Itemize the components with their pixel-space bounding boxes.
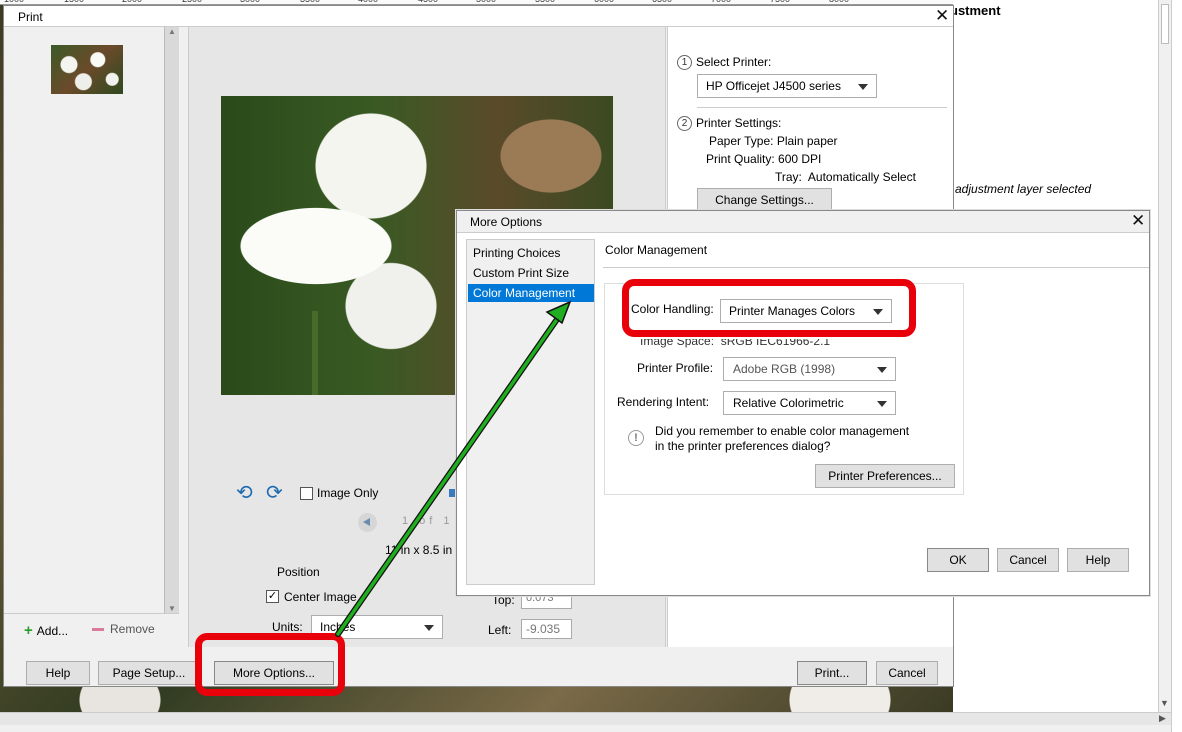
units-value: Inches [320, 620, 356, 634]
previous-page-icon[interactable] [358, 513, 377, 532]
help-button[interactable]: Help [1067, 548, 1129, 572]
paper-type-text: Paper Type: Plain paper [709, 134, 838, 148]
vertical-scrollbar[interactable] [1158, 0, 1171, 712]
nav-item-custom-print-size[interactable]: Custom Print Size [468, 264, 594, 282]
remove-photo-button[interactable]: Remove [92, 622, 155, 636]
reminder-line: Did you remember to enable color managem… [655, 424, 910, 438]
photo-thumbnail[interactable] [51, 45, 123, 94]
center-image-label: Center Image [284, 590, 357, 604]
rendering-intent-select[interactable]: Relative Colorimetric [723, 391, 896, 415]
chevron-down-icon [858, 84, 868, 90]
ruler-tick: 6500 [652, 0, 672, 4]
panel-title: ustment [950, 3, 1001, 18]
ruler-tick: 8000 [829, 0, 849, 4]
printer-value: HP Officejet J4500 series [706, 79, 841, 93]
panel-status-text: adjustment layer selected [955, 182, 1092, 196]
reminder-text: Did you remember to enable color managem… [655, 424, 945, 454]
center-image-checkbox[interactable]: ✓ [266, 590, 279, 603]
close-icon[interactable]: ✕ [1131, 212, 1145, 229]
print-quality-text: Print Quality: 600 DPI [706, 152, 822, 166]
add-label: Add... [36, 624, 69, 638]
step-number: 2 [677, 116, 692, 132]
chevron-down-icon [877, 401, 887, 407]
highlight-box [622, 279, 916, 337]
rotate-left-icon[interactable]: ⟲ [236, 480, 253, 505]
position-heading: Position [277, 565, 320, 579]
preview-photo-detail [312, 311, 318, 395]
divider [603, 267, 1149, 268]
select-printer-heading: 1 Select Printer: [677, 55, 772, 71]
change-settings-button[interactable]: Change Settings... [697, 188, 832, 212]
printer-settings-heading: 2 Printer Settings: [677, 116, 782, 132]
step-number: 1 [677, 55, 692, 71]
close-icon[interactable]: ✕ [935, 7, 949, 24]
units-label: Units: [272, 620, 303, 634]
page-counter: 1 of 1 [402, 515, 454, 527]
ruler-tick: 3000 [240, 0, 260, 4]
ruler-tick: 2500 [182, 0, 202, 4]
page-setup-button[interactable]: Page Setup... [98, 661, 200, 685]
horizontal-scrollbar[interactable] [0, 712, 1171, 725]
help-button[interactable]: Help [26, 661, 90, 685]
dialog-title: Print [18, 10, 43, 24]
printer-preferences-button[interactable]: Printer Preferences... [815, 464, 955, 488]
chevron-down-icon [424, 625, 434, 631]
rotate-right-icon[interactable]: ⟳ [266, 480, 283, 505]
image-only-label: Image Only [317, 486, 379, 500]
print-button[interactable]: Print... [797, 661, 867, 685]
divider [697, 107, 947, 108]
print-titlebar: Print ✕ [4, 6, 953, 27]
chevron-down-icon [877, 367, 887, 373]
printer-profile-select[interactable]: Adobe RGB (1998) [723, 357, 896, 381]
ruler-tick: 4500 [418, 0, 438, 4]
cancel-button[interactable]: Cancel [997, 548, 1059, 572]
more-options-titlebar [457, 211, 1149, 233]
ruler-tick: 1500 [64, 0, 84, 4]
nav-item-printing-choices[interactable]: Printing Choices [468, 244, 594, 262]
left-field[interactable]: -9.035 [521, 619, 572, 639]
remove-label: Remove [110, 622, 155, 636]
window-edge [1171, 0, 1182, 732]
thumbnail-panel [4, 27, 179, 613]
highlight-box [195, 633, 345, 696]
ok-button[interactable]: OK [927, 548, 989, 572]
section-title: Color Management [605, 243, 708, 257]
printer-profile-label: Printer Profile: [637, 361, 714, 375]
reminder-line: in the printer preferences dialog? [655, 439, 831, 453]
rendering-intent-label: Rendering Intent: [617, 395, 710, 409]
add-photo-button[interactable]: + Add... [24, 622, 68, 639]
scroll-down-icon[interactable]: ▼ [1160, 698, 1169, 708]
plus-icon: + [24, 622, 33, 639]
ruler-tick: 3500 [300, 0, 320, 4]
image-only-checkbox[interactable] [300, 487, 313, 500]
ruler-tick: 6000 [594, 0, 614, 4]
ruler-tick: 7500 [770, 0, 790, 4]
scroll-right-icon[interactable]: ▶ [1159, 713, 1166, 724]
chevron-up-icon[interactable]: ▲ [168, 27, 176, 36]
chevron-down-icon[interactable]: ▼ [168, 604, 176, 613]
dialog-title: More Options [470, 215, 543, 229]
left-label: Left: [488, 623, 512, 637]
printer-select[interactable]: HP Officejet J4500 series [697, 74, 877, 98]
rendering-intent-value: Relative Colorimetric [733, 396, 844, 410]
printer-profile-value: Adobe RGB (1998) [733, 362, 836, 376]
ruler-tick: 2000 [122, 0, 142, 4]
status-strip [0, 725, 1171, 732]
paper-size-text: 11 in x 8.5 in [385, 543, 453, 557]
thumbnail-scrollbar[interactable]: ▲ ▼ [164, 27, 179, 613]
tray-text: Tray: Automatically Select [775, 170, 916, 184]
ruler-tick: 5000 [476, 0, 496, 4]
ruler-tick: 5500 [535, 0, 555, 4]
minus-icon [92, 628, 104, 632]
cancel-button[interactable]: Cancel [876, 661, 938, 685]
printer-settings-label: Printer Settings: [696, 116, 782, 130]
ruler-tick: 1000 [4, 0, 24, 4]
ruler-tick: 4000 [358, 0, 378, 4]
info-icon: ! [628, 430, 644, 446]
ruler-tick: 7000 [711, 0, 731, 4]
select-printer-label: Select Printer: [696, 55, 772, 69]
nav-item-color-management[interactable]: Color Management [468, 284, 594, 302]
